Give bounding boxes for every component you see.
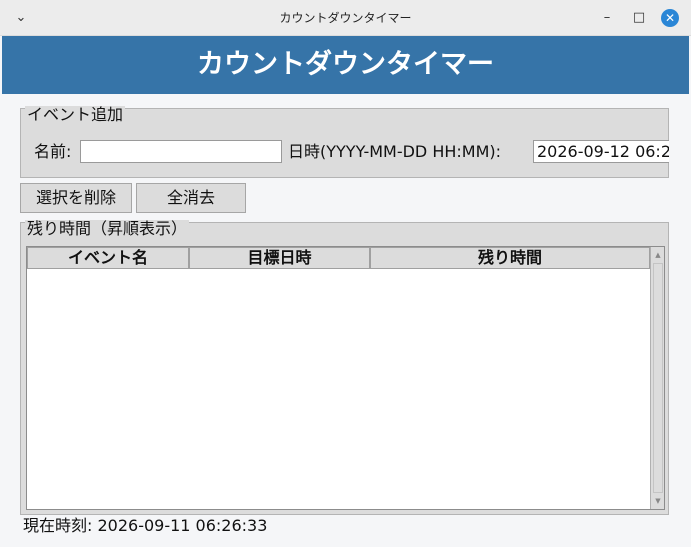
maximize-icon[interactable]: □ (630, 9, 648, 27)
window-title: カウントダウンタイマー (279, 11, 412, 25)
name-label: 名前: (34, 142, 72, 161)
datetime-label: 日時(YYYY-MM-DD HH:MM): (288, 142, 502, 161)
add-event-legend: イベント追加 (25, 105, 126, 124)
vertical-scrollbar[interactable]: ▲ ▼ (650, 247, 664, 509)
app-header-banner: カウントダウンタイマー (2, 36, 689, 94)
column-header-event-name[interactable]: イベント名 (27, 247, 189, 269)
scroll-down-arrow-icon[interactable]: ▼ (652, 495, 664, 507)
current-time-status: 現在時刻: 2026-09-11 06:26:33 (23, 516, 268, 535)
column-header-target-datetime[interactable]: 目標日時 (189, 247, 370, 269)
minimize-icon[interactable]: – (598, 9, 616, 27)
column-header-remaining-time[interactable]: 残り時間 (370, 247, 650, 269)
table-header: イベント名 目標日時 残り時間 (27, 247, 650, 269)
scroll-up-arrow-icon[interactable]: ▲ (652, 249, 664, 261)
scrollbar-thumb[interactable] (653, 263, 663, 493)
event-datetime-input[interactable]: 2026-09-12 06:2 (533, 140, 669, 163)
close-icon[interactable]: ✕ (661, 9, 679, 27)
clear-all-button[interactable]: 全消去 (136, 183, 246, 213)
event-name-input[interactable] (80, 140, 282, 163)
delete-selected-button[interactable]: 選択を削除 (20, 183, 132, 213)
countdown-table[interactable]: イベント名 目標日時 残り時間 ▲ ▼ (26, 246, 665, 510)
remaining-time-legend: 残り時間（昇順表示） (25, 219, 190, 238)
app-window: ⌄ カウントダウンタイマー – □ ✕ カウントダウンタイマー イベント追加 名… (0, 0, 691, 547)
title-bar: ⌄ カウントダウンタイマー – □ ✕ (0, 0, 691, 36)
